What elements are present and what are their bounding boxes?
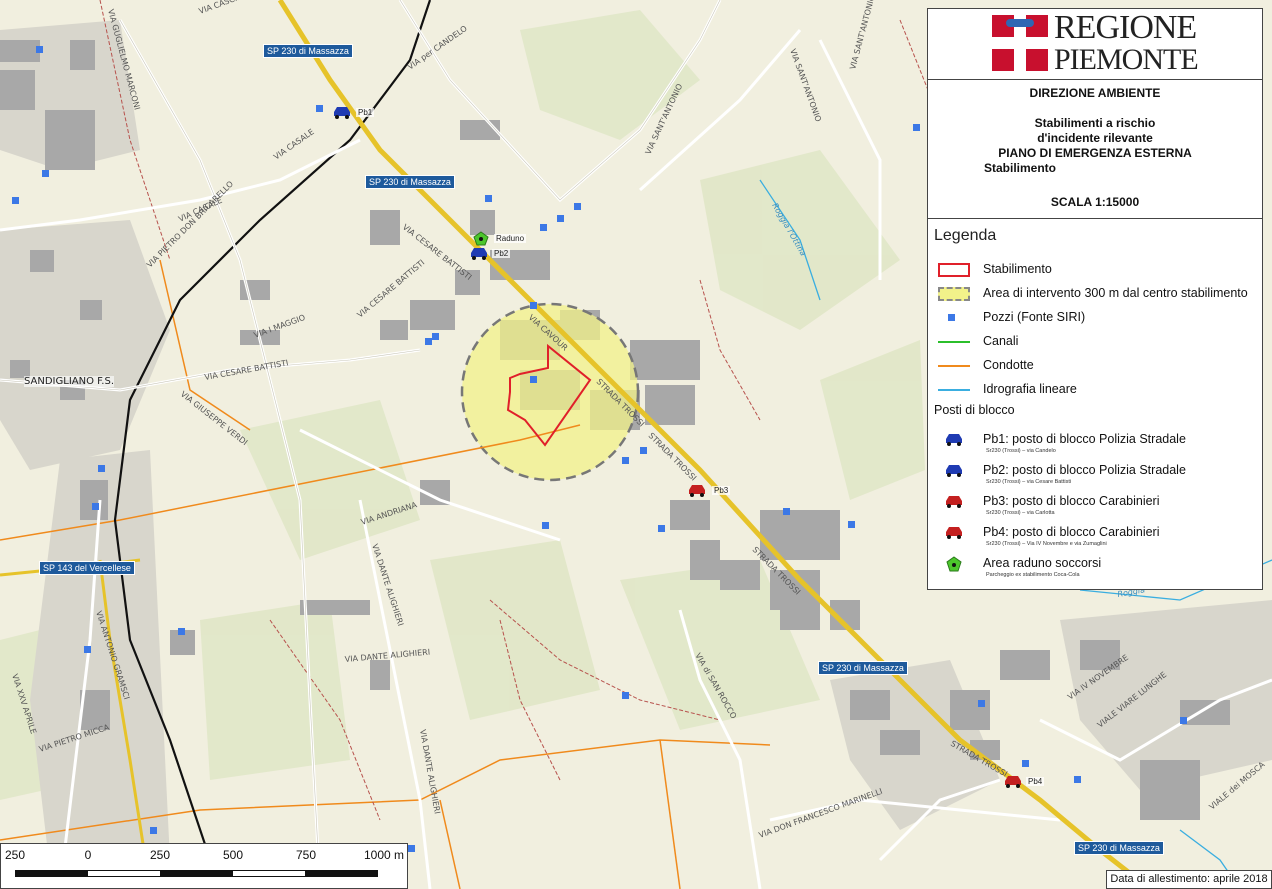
map-info-panel: REGIONE PIEMONTE DIREZIONE AMBIENTE Stab…	[927, 8, 1263, 590]
direzione-label: DIREZIONE AMBIENTE	[1029, 86, 1161, 100]
legend-item-idrografia: Idrografia lineare	[934, 381, 1260, 401]
scale-tick-label: 0	[84, 848, 92, 862]
road-shield-sp230: SP 230 di Massazza	[818, 661, 908, 675]
pb2-label: Pb2	[492, 249, 511, 258]
legend-item-condotte: Condotte	[934, 357, 1260, 377]
police-car-icon	[946, 465, 962, 477]
legend-item-pb2: Pb2: posto di blocco Polizia Stradale Sr…	[934, 462, 1260, 490]
title-line-3: PIANO DI EMERGENZA ESTERNA	[998, 146, 1192, 160]
road-shield-sp230: SP 230 di Massazza	[365, 175, 455, 189]
pb1-label: Pb1	[356, 108, 375, 117]
date-label: Data di allestimento: aprile 2018	[1106, 870, 1272, 889]
legend-item-pb1: Pb1: posto di blocco Polizia Stradale Sr…	[934, 431, 1260, 459]
canal-line-icon	[938, 341, 970, 343]
scale-tick-label: 500	[222, 848, 244, 862]
road-shield-sp230: SP 230 di Massazza	[263, 44, 353, 58]
scale-bar: 250 0 250 500 750 1000 m	[0, 843, 408, 889]
scale-tick-label: 250	[149, 848, 171, 862]
title-line-1: Stabilimenti a rischio	[1034, 116, 1156, 130]
carabinieri-car-icon	[946, 527, 962, 539]
legend-item-pozzi: Pozzi (Fonte SIRI)	[934, 309, 1260, 329]
pb4-label: Pb4	[1026, 777, 1045, 786]
pipeline-line-icon	[938, 365, 970, 367]
posti-di-blocco-title: Posti di blocco	[934, 403, 1015, 417]
road-shield-sp230: SP 230 di Massazza	[1074, 841, 1164, 855]
raduno-pentagon-icon	[946, 556, 962, 572]
carabinieri-car-icon	[946, 496, 962, 508]
logo-text-regione: REGIONE	[1054, 9, 1197, 46]
legend: Legenda Stabilimento Area di intervento …	[928, 219, 1262, 589]
intervention-area-symbol-icon	[938, 287, 970, 301]
piemonte-emblem-icon	[992, 15, 1048, 71]
place-label-sandigliano: SANDIGLIANO F.S.	[24, 376, 114, 387]
road-shield-sp143: SP 143 del Vercellese	[39, 561, 135, 575]
scale-bar-segments	[15, 870, 378, 877]
legend-item-area: Area di intervento 300 m dal centro stab…	[934, 285, 1260, 305]
title-line-4: Stabilimento	[984, 161, 1057, 175]
legend-item-stabilimento: Stabilimento	[934, 261, 1260, 281]
well-square-icon	[948, 314, 955, 321]
scale-text: SCALA 1:15000	[1050, 195, 1140, 209]
scale-tick-label: 750	[295, 848, 317, 862]
scale-tick-label: 1000 m	[363, 848, 405, 862]
logo-text-piemonte: PIEMONTE	[1054, 43, 1199, 76]
legend-item-canali: Canali	[934, 333, 1260, 353]
regione-piemonte-logo: REGIONE PIEMONTE	[928, 9, 1262, 80]
scale-tick-label: 250	[4, 848, 26, 862]
title-line-2: d'incidente rilevante	[1037, 131, 1153, 145]
police-car-icon	[946, 434, 962, 446]
legend-item-raduno: Area raduno soccorsi Parcheggio ex stabi…	[934, 555, 1260, 583]
legend-title: Legenda	[934, 227, 997, 244]
legend-item-pb3: Pb3: posto di blocco Carabinieri Sr230 (…	[934, 493, 1260, 521]
title-block: DIREZIONE AMBIENTE Stabilimenti a rischi…	[928, 80, 1262, 219]
pb3-label: Pb3	[712, 486, 731, 495]
hydro-line-icon	[938, 389, 970, 391]
raduno-label: Raduno	[494, 234, 527, 243]
stabilimento-symbol-icon	[938, 263, 970, 277]
legend-item-pb4: Pb4: posto di blocco Carabinieri Sr230 (…	[934, 524, 1260, 552]
